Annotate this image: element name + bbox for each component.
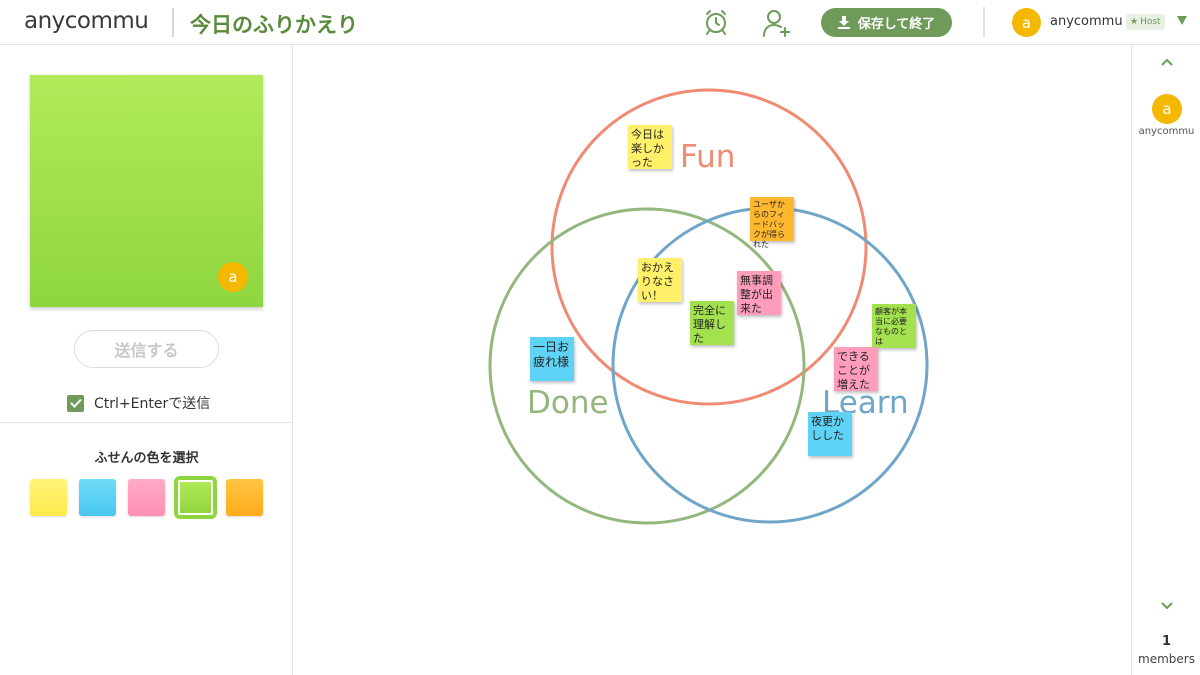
sticky-note-input[interactable]: a bbox=[30, 75, 263, 307]
color-picker-title: ふせんの色を選択 bbox=[94, 451, 199, 466]
user-avatar[interactable]: a bbox=[1012, 8, 1041, 37]
venn-label-fun: Fun bbox=[680, 139, 736, 175]
member-avatar[interactable]: a bbox=[1152, 94, 1182, 124]
app-header: anycommu 今日のふりかえり 保存して終了 a anycommu ★ Ho… bbox=[0, 0, 1200, 45]
star-icon: ★ bbox=[1130, 17, 1139, 27]
sticky-note[interactable]: 今日は楽しかった bbox=[628, 125, 672, 169]
sticky-note[interactable]: おかえりなさい！ bbox=[638, 258, 682, 302]
panel-divider bbox=[0, 422, 293, 423]
chevron-up-icon[interactable] bbox=[1160, 57, 1174, 67]
color-picker bbox=[30, 479, 263, 516]
sticky-note[interactable]: 夜更かしした bbox=[808, 412, 852, 456]
add-user-icon[interactable] bbox=[762, 8, 792, 38]
members-count: 1 bbox=[1161, 634, 1172, 649]
host-badge: ★ Host bbox=[1126, 14, 1165, 30]
sticky-note[interactable]: 無事調整が出来た bbox=[737, 271, 781, 315]
color-swatch-pink[interactable] bbox=[128, 479, 165, 516]
venn-label-done: Done bbox=[527, 385, 609, 421]
download-icon bbox=[837, 16, 850, 29]
venn-circle-fun bbox=[550, 88, 868, 406]
retrospective-board[interactable]: Fun Done Learn 今日は楽しかった ユーザからのフィードバックが得ら… bbox=[294, 45, 1131, 675]
page-title: 今日のふりかえり bbox=[190, 13, 358, 37]
sticky-note[interactable]: 一日お疲れ様 bbox=[530, 337, 574, 381]
header-divider bbox=[172, 8, 174, 37]
ctrl-enter-toggle[interactable]: Ctrl+Enterで送信 bbox=[67, 393, 210, 413]
save-button-label: 保存して終了 bbox=[857, 17, 936, 32]
color-swatch-orange[interactable] bbox=[226, 479, 263, 516]
user-name: anycommu bbox=[1050, 14, 1123, 29]
ctrl-enter-checkbox[interactable] bbox=[67, 394, 84, 412]
check-icon bbox=[69, 398, 82, 408]
alarm-clock-icon[interactable] bbox=[702, 8, 730, 36]
members-label: members bbox=[1138, 652, 1195, 666]
venn-circle-learn bbox=[611, 206, 929, 524]
send-button[interactable]: 送信する bbox=[74, 330, 219, 368]
sticky-note[interactable]: ユーザからのフィードバックが得られた bbox=[750, 197, 794, 249]
header-divider-right bbox=[983, 7, 985, 37]
color-swatch-green[interactable] bbox=[177, 479, 214, 516]
color-swatch-blue[interactable] bbox=[79, 479, 116, 516]
color-swatch-yellow[interactable] bbox=[30, 479, 67, 516]
save-and-exit-button[interactable]: 保存して終了 bbox=[821, 8, 952, 37]
sticky-note[interactable]: 顧客が本当に必要なものとは bbox=[872, 304, 916, 348]
sticky-note[interactable]: 完全に理解した bbox=[690, 301, 734, 345]
members-panel: a anycommu 1 members bbox=[1131, 45, 1200, 675]
note-author-avatar: a bbox=[218, 262, 248, 292]
app-logo[interactable]: anycommu bbox=[24, 8, 149, 34]
sticky-composer-panel: a 送信する Ctrl+Enterで送信 ふせんの色を選択 bbox=[0, 45, 293, 675]
user-menu-caret-icon[interactable] bbox=[1177, 16, 1187, 25]
chevron-down-icon[interactable] bbox=[1160, 601, 1174, 611]
host-badge-label: Host bbox=[1140, 17, 1161, 27]
ctrl-enter-label: Ctrl+Enterで送信 bbox=[94, 396, 211, 412]
member-name: anycommu bbox=[1138, 126, 1195, 137]
sticky-note[interactable]: できることが増えた bbox=[834, 347, 878, 391]
